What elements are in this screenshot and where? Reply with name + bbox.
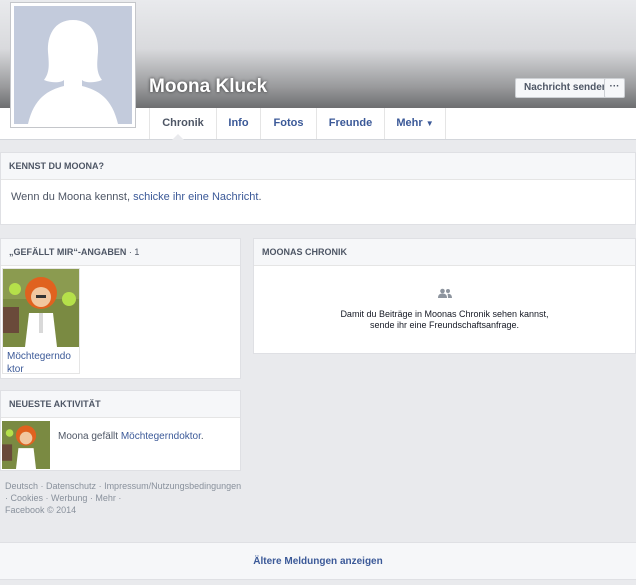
timeline-box: MOONAS CHRONIK Damit du Beiträge in Moon… — [253, 238, 636, 354]
timeline-message-line-2: sende ihr eine Freundschaftsanfrage. — [369, 320, 520, 330]
likes-title-label: „GEFÄLLT MIR“-ANGABEN — [9, 247, 127, 257]
recent-activity-title: NEUESTE AKTIVITÄT — [1, 391, 240, 418]
footer: Deutsch · Datenschutz · Impressum/Nutzun… — [5, 481, 242, 515]
caret-down-icon: ▼ — [425, 119, 434, 128]
default-female-avatar-icon — [14, 6, 132, 124]
timeline-message-line-1: Damit du Beiträge in Moonas Chronik sehe… — [340, 309, 549, 319]
activity-page-thumbnail[interactable] — [2, 421, 50, 469]
tab-info[interactable]: Info — [216, 108, 260, 139]
likes-box: „GEFÄLLT MIR“-ANGABEN · 1 Möchtegerndokt… — [0, 238, 241, 379]
friends-icon — [437, 288, 452, 298]
timeline-title: MOONAS CHRONIK — [254, 239, 635, 266]
know-moona-title: KENNST DU MOONA? — [1, 153, 635, 180]
cartoon-scientist-small-icon — [2, 421, 50, 469]
more-options-button[interactable]: ··· — [604, 78, 625, 98]
footer-link-datenschutz[interactable]: Datenschutz — [46, 481, 96, 491]
likes-title: „GEFÄLLT MIR“-ANGABEN · 1 — [1, 239, 240, 266]
activity-text-prefix: Moona gefällt — [58, 431, 121, 442]
activity-text: Moona gefällt Möchtegerndoktor. — [58, 431, 204, 442]
know-text-suffix: . — [258, 191, 262, 203]
footer-link-cookies[interactable]: Cookies — [11, 493, 44, 503]
likes-count: · 1 — [128, 247, 140, 257]
like-item-label[interactable]: Möchtegerndoktor — [3, 347, 79, 379]
send-message-link[interactable]: schicke ihr eine Nachricht — [133, 191, 258, 203]
footer-link-impressum[interactable]: Impressum/Nutzungsbedingungen — [104, 481, 241, 491]
show-older-stories-button[interactable]: Ältere Meldungen anzeigen — [0, 542, 636, 580]
tab-freunde[interactable]: Freunde — [316, 108, 384, 139]
tab-mehr-label: Mehr — [396, 117, 423, 129]
know-text-prefix: Wenn du Moona kennst, — [11, 191, 134, 203]
activity-page-link[interactable]: Möchtegerndoktor — [121, 431, 201, 442]
footer-link-werbung[interactable]: Werbung — [51, 493, 87, 503]
cartoon-scientist-icon — [3, 269, 79, 347]
active-tab-indicator — [172, 134, 184, 140]
page-thumbnail-image[interactable] — [3, 269, 79, 347]
tab-fotos[interactable]: Fotos — [260, 108, 316, 139]
footer-link-deutsch[interactable]: Deutsch — [5, 481, 38, 491]
know-moona-text: Wenn du Moona kennst, schicke ihr eine N… — [1, 180, 635, 203]
footer-link-mehr[interactable]: Mehr — [95, 493, 116, 503]
send-message-button[interactable]: Nachricht senden — [515, 78, 617, 98]
profile-picture[interactable] — [10, 2, 136, 128]
profile-name: Moona Kluck — [149, 76, 268, 97]
like-item[interactable]: Möchtegerndoktor — [2, 268, 80, 375]
recent-activity-box: NEUESTE AKTIVITÄT Moona gefällt Möchtege… — [0, 390, 241, 471]
know-moona-box: KENNST DU MOONA? Wenn du Moona kennst, s… — [0, 152, 636, 225]
activity-text-suffix: . — [200, 431, 204, 442]
avatar — [14, 6, 132, 124]
tab-mehr[interactable]: Mehr ▼ — [384, 108, 446, 139]
footer-copyright: Facebook © 2014 — [5, 505, 77, 515]
timeline-body: Damit du Beiträge in Moonas Chronik sehe… — [254, 266, 635, 331]
timeline-locked-message: Damit du Beiträge in Moonas Chronik sehe… — [254, 309, 635, 331]
